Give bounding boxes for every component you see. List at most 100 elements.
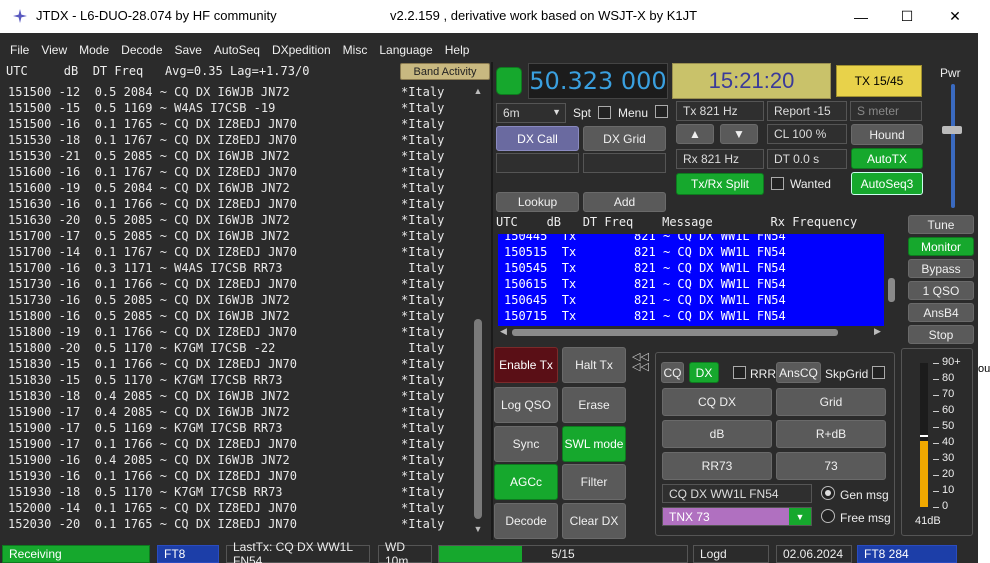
panel-divider[interactable] xyxy=(491,62,493,540)
s-meter-field[interactable]: S meter xyxy=(850,101,922,121)
decode-row[interactable]: 151830 -15 0.5 1170 ~ K7GM I7CSB RR73 *It… xyxy=(8,372,444,388)
message-row[interactable]: 150715 Tx 821 ~ CQ DX WW1L FN54 xyxy=(504,308,786,324)
dx-grid-input[interactable] xyxy=(583,153,666,173)
skpgrid-checkbox[interactable] xyxy=(872,366,885,379)
decode-row[interactable]: 152030 -20 0.1 1765 ~ CQ DX IZ8EDJ JN70 *… xyxy=(8,516,444,532)
message-row[interactable]: 150545 Tx 821 ~ CQ DX WW1L FN54 xyxy=(504,260,786,276)
ansb4-button[interactable]: AnsB4 xyxy=(908,303,974,322)
menu-dxpedition[interactable]: DXpedition xyxy=(266,43,337,57)
decode-row[interactable]: 151700 -16 0.3 1171 ~ W4AS I7CSB RR73 It… xyxy=(8,260,444,276)
rr73-button[interactable]: RR73 xyxy=(662,452,772,480)
decode-row[interactable]: 151700 -14 0.1 1767 ~ CQ DX IZ8EDJ JN70 *… xyxy=(8,244,444,260)
decode-row[interactable]: 152000 -14 0.1 1765 ~ CQ DX IZ8EDJ JN70 *… xyxy=(8,500,444,516)
log-qso-button[interactable]: Log QSO xyxy=(494,387,558,423)
agcc-button[interactable]: AGCc xyxy=(494,464,558,500)
menu-view[interactable]: View xyxy=(35,43,73,57)
freq-down-button[interactable]: ▼ xyxy=(720,124,758,144)
dx-call-input[interactable] xyxy=(496,153,579,173)
messages-hscroll[interactable]: ◀ ▶ xyxy=(498,326,885,338)
menu-language[interactable]: Language xyxy=(373,43,438,57)
decode-row[interactable]: 151800 -16 0.5 2085 ~ CQ DX I6WJB JN72 *I… xyxy=(8,308,444,324)
dx-grid-button[interactable]: DX Grid xyxy=(583,126,666,151)
decode-row[interactable]: 151700 -17 0.5 2085 ~ CQ DX I6WJB JN72 *I… xyxy=(8,228,444,244)
menu-misc[interactable]: Misc xyxy=(337,43,374,57)
menu-file[interactable]: File xyxy=(4,43,35,57)
db-button[interactable]: dB xyxy=(662,420,772,448)
rx-frequency-field[interactable]: Rx 821 Hz xyxy=(676,149,764,169)
add-button[interactable]: Add xyxy=(583,192,666,212)
message-row[interactable]: 150615 Tx 821 ~ CQ DX WW1L FN54 xyxy=(504,276,786,292)
messages-vscroll[interactable] xyxy=(885,234,897,326)
dx-call-button[interactable]: DX Call xyxy=(496,126,579,151)
scroll-left-icon[interactable]: ◀ xyxy=(500,326,507,337)
tx-period-button[interactable]: TX 15/45 xyxy=(836,65,922,97)
menu-decode[interactable]: Decode xyxy=(115,43,168,57)
gen-msg-radio[interactable] xyxy=(821,486,835,500)
scrollbar-thumb[interactable] xyxy=(474,319,482,519)
decode-row[interactable]: 151830 -15 0.1 1766 ~ CQ DX IZ8EDJ JN70 *… xyxy=(8,356,444,372)
decode-row[interactable]: 151730 -16 0.5 2085 ~ CQ DX I6WJB JN72 *I… xyxy=(8,292,444,308)
rrr-checkbox[interactable] xyxy=(733,366,746,379)
tx-messages-list[interactable]: 150445 Tx 821 ~ CQ DX WW1L FN54 150515 Tx… xyxy=(498,234,884,326)
decode-row[interactable]: 151900 -17 0.1 1766 ~ CQ DX IZ8EDJ JN70 *… xyxy=(8,436,444,452)
decode-row[interactable]: 151530 -21 0.5 2085 ~ CQ DX I6WJB JN72 *I… xyxy=(8,148,444,164)
power-slider-track[interactable] xyxy=(951,84,955,208)
bypass-button[interactable]: Bypass xyxy=(908,259,974,278)
scrollbar-thumb[interactable] xyxy=(512,329,838,336)
menu-mode[interactable]: Mode xyxy=(73,43,115,57)
decode-row[interactable]: 151600 -19 0.5 2084 ~ CQ DX I6WJB JN72 *I… xyxy=(8,180,444,196)
decode-row[interactable]: 151630 -20 0.5 2085 ~ CQ DX I6WJB JN72 *I… xyxy=(8,212,444,228)
cl-field[interactable]: CL 100 % xyxy=(767,124,847,144)
cq-button[interactable]: CQ xyxy=(661,362,684,383)
scroll-right-icon[interactable]: ▶ xyxy=(874,326,881,337)
decode-row[interactable]: 151730 -16 0.1 1766 ~ CQ DX IZ8EDJ JN70 *… xyxy=(8,276,444,292)
stop-button[interactable]: Stop xyxy=(908,325,974,344)
wanted-checkbox[interactable] xyxy=(771,177,784,190)
swl-mode-button[interactable]: SWL mode xyxy=(562,426,626,462)
decode-row[interactable]: 151500 -15 0.5 1169 ~ W4AS I7CSB -19 *Ita… xyxy=(8,100,444,116)
band-activity-button[interactable]: Band Activity xyxy=(400,63,490,80)
close-button[interactable]: ✕ xyxy=(932,0,978,33)
decode-scrollbar[interactable]: ▲ ▼ xyxy=(471,84,485,536)
decode-row[interactable]: 151630 -16 0.1 1766 ~ CQ DX IZ8EDJ JN70 *… xyxy=(8,196,444,212)
decode-row[interactable]: 151500 -12 0.5 2084 ~ CQ DX I6WJB JN72 *I… xyxy=(8,84,444,100)
monitor-button[interactable]: Monitor xyxy=(908,237,974,256)
scroll-up-icon[interactable]: ▲ xyxy=(473,86,483,96)
dt-field[interactable]: DT 0.0 s xyxy=(767,149,847,169)
menu-save[interactable]: Save xyxy=(169,43,208,57)
autoseq3-button[interactable]: AutoSeq3 xyxy=(851,172,923,195)
decode-row[interactable]: 151900 -16 0.4 2085 ~ CQ DX I6WJB JN72 *I… xyxy=(8,452,444,468)
scrollbar-thumb[interactable] xyxy=(888,278,895,302)
report-field[interactable]: Report -15 xyxy=(767,101,847,121)
anscq-button[interactable]: AnsCQ xyxy=(776,362,821,383)
decode-row[interactable]: 151800 -20 0.5 1170 ~ K7GM I7CSB -22 Ita… xyxy=(8,340,444,356)
decode-row[interactable]: 151930 -18 0.5 1170 ~ K7GM I7CSB RR73 *It… xyxy=(8,484,444,500)
tx-frequency-field[interactable]: Tx 821 Hz xyxy=(676,101,764,121)
hound-button[interactable]: Hound xyxy=(851,124,923,145)
sync-button[interactable]: Sync xyxy=(494,426,558,462)
enable-tx-button[interactable]: Enable Tx xyxy=(494,347,558,383)
erase-button[interactable]: Erase xyxy=(562,387,626,423)
decode-row[interactable]: 151530 -18 0.1 1767 ~ CQ DX IZ8EDJ JN70 *… xyxy=(8,132,444,148)
decode-row[interactable]: 151800 -19 0.1 1766 ~ CQ DX IZ8EDJ JN70 *… xyxy=(8,324,444,340)
decode-row[interactable]: 151500 -16 0.1 1765 ~ CQ DX IZ8EDJ JN70 *… xyxy=(8,116,444,132)
cq-dx-button[interactable]: CQ DX xyxy=(662,388,772,416)
filter-button[interactable]: Filter xyxy=(562,464,626,500)
one-qso-button[interactable]: 1 QSO xyxy=(908,281,974,300)
n73-button[interactable]: 73 xyxy=(776,452,886,480)
dx-button[interactable]: DX xyxy=(689,362,719,383)
maximize-button[interactable]: ☐ xyxy=(884,0,930,33)
message-row[interactable]: 150445 Tx 821 ~ CQ DX WW1L FN54 xyxy=(504,234,786,244)
gen-msg-field[interactable]: CQ DX WW1L FN54 xyxy=(662,484,812,503)
free-msg-field[interactable]: TNX 73 ▼ xyxy=(662,507,812,526)
message-row[interactable]: 150515 Tx 821 ~ CQ DX WW1L FN54 xyxy=(504,244,786,260)
spt-checkbox[interactable] xyxy=(598,106,611,119)
decode-row[interactable]: 151930 -16 0.1 1766 ~ CQ DX IZ8EDJ JN70 *… xyxy=(8,468,444,484)
decode-button[interactable]: Decode xyxy=(494,503,558,539)
swap-arrows-icon[interactable]: ◁◁ ◁◁ xyxy=(632,352,652,382)
tune-button[interactable]: Tune xyxy=(908,215,974,234)
decode-row[interactable]: 151900 -17 0.5 1169 ~ K7GM I7CSB RR73 *It… xyxy=(8,420,444,436)
minimize-button[interactable]: — xyxy=(838,0,884,33)
band-activity-list[interactable]: 151500 -12 0.5 2084 ~ CQ DX I6WJB JN72 *I… xyxy=(0,84,470,536)
message-row[interactable]: 150645 Tx 821 ~ CQ DX WW1L FN54 xyxy=(504,292,786,308)
